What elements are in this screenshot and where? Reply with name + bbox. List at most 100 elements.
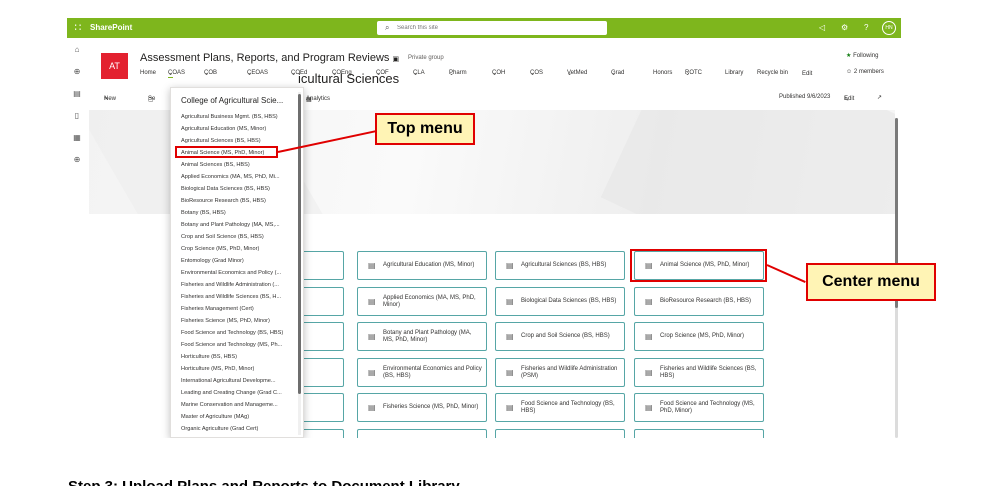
program-tile[interactable] bbox=[495, 429, 625, 438]
dropdown-item[interactable]: Crop Science (MS, PhD, Minor) bbox=[181, 246, 299, 252]
program-tile[interactable] bbox=[357, 429, 487, 438]
nav-vetmed-label: VetMed bbox=[567, 70, 588, 76]
search-box[interactable]: ⌕ bbox=[377, 21, 607, 35]
dropdown-item[interactable]: Marine Conservation and Manageme... bbox=[181, 402, 299, 408]
dropdown-item[interactable]: Agricultural Education (MS, Minor) bbox=[181, 126, 299, 132]
dropdown-item[interactable]: Fisheries Management (Cert) bbox=[181, 306, 299, 312]
app-name[interactable]: SharePoint bbox=[90, 18, 132, 38]
nav-cob[interactable]: COB ⌄ bbox=[204, 70, 217, 77]
program-tile[interactable]: ▤ Fisheries Science (MS, PhD, Minor) bbox=[357, 393, 487, 422]
program-tile[interactable]: ▤ Crop and Soil Science (BS, HBS) bbox=[495, 322, 625, 351]
home-icon[interactable]: ⌂ bbox=[71, 44, 83, 56]
dropdown-item[interactable]: Food Science and Technology (BS, HBS) bbox=[181, 330, 299, 336]
nav-coed[interactable]: COEd ⌄ bbox=[291, 70, 307, 77]
published-status: Published 9/6/2023 bbox=[779, 94, 831, 100]
nav-library[interactable]: Library bbox=[725, 70, 743, 76]
program-tile[interactable]: ▤ Biological Data Sciences (BS, HBS) bbox=[495, 287, 625, 316]
file-icon[interactable]: ▯ bbox=[71, 110, 83, 122]
nav-honors[interactable]: Honors bbox=[653, 70, 672, 76]
hero-decoration bbox=[600, 110, 895, 214]
dropdown-item[interactable]: Horticulture (BS, HBS) bbox=[181, 354, 299, 360]
dropdown-item[interactable]: Crop and Soil Science (BS, HBS) bbox=[181, 234, 299, 240]
program-tile[interactable]: ▤ Crop Science (MS, PhD, Minor) bbox=[634, 322, 764, 351]
nav-pharm[interactable]: Pharm ⌄ bbox=[449, 70, 467, 77]
program-tile[interactable]: ▤ BioResource Research (BS, HBS) bbox=[634, 287, 764, 316]
program-tile-label: Crop Science (MS, PhD, Minor) bbox=[660, 333, 745, 339]
suite-bar: ∷ SharePoint ⌕ ◁ ⚙ ? HN bbox=[67, 18, 901, 38]
nav-vetmed[interactable]: VetMed ⌄ bbox=[567, 70, 587, 77]
app-launcher-icon[interactable]: ∷ bbox=[70, 20, 86, 36]
nav-rotc[interactable]: ROTC ⌄ bbox=[685, 70, 702, 77]
dropdown-item[interactable]: Master of Agriculture (MAg) bbox=[181, 414, 299, 420]
folder-icon: ▤ bbox=[368, 368, 376, 377]
dropdown-item[interactable]: Agricultural Sciences (BS, HBS) bbox=[181, 138, 299, 144]
dropdown-item[interactable]: Entomology (Grad Minor) bbox=[181, 258, 299, 264]
program-tile[interactable]: ▤ Botany and Plant Pathology (MA, MS, PhD… bbox=[357, 322, 487, 351]
create-icon[interactable]: ⊕ bbox=[71, 154, 83, 166]
dropdown-item[interactable]: Biological Data Sciences (BS, HBS) bbox=[181, 186, 299, 192]
help-icon[interactable]: ? bbox=[864, 18, 868, 38]
dropdown-item[interactable]: Food Science and Technology (MS, Ph... bbox=[181, 342, 299, 348]
nav-cla[interactable]: CLA ⌄ bbox=[413, 70, 425, 77]
following-button[interactable]: ★ Following bbox=[846, 52, 878, 59]
nav-edit[interactable]: Edit bbox=[802, 71, 812, 77]
dropdown-item[interactable]: Fisheries and Wildlife Administration (.… bbox=[181, 282, 299, 288]
program-tile[interactable]: ▤ Agricultural Sciences (BS, HBS) bbox=[495, 251, 625, 280]
members-button[interactable]: ☺ 2 members bbox=[846, 69, 884, 75]
site-logo[interactable]: AT bbox=[101, 53, 128, 79]
site-title-text[interactable]: Assessment Plans, Reports, and Program R… bbox=[140, 52, 389, 64]
program-tile[interactable]: ▤ Applied Economics (MA, MS, PhD, Minor) bbox=[357, 287, 487, 316]
site-title[interactable]: Assessment Plans, Reports, and Program R… bbox=[140, 52, 399, 64]
folder-icon: ▤ bbox=[645, 332, 653, 341]
nav-coh[interactable]: COH ⌄ bbox=[492, 70, 505, 77]
dropdown-item[interactable]: Leading and Creating Change (Grad C... bbox=[181, 390, 299, 396]
dropdown-item[interactable]: Fisheries and Wildlife Sciences (BS, H..… bbox=[181, 294, 299, 300]
nav-grad-label: Grad bbox=[611, 70, 625, 76]
group-type: Private group bbox=[408, 55, 444, 61]
nav-coas[interactable]: COAS ⌄ bbox=[168, 70, 185, 78]
program-tile-label: Agricultural Sciences (BS, HBS) bbox=[521, 262, 607, 268]
globe-icon[interactable]: ⊕ bbox=[71, 66, 83, 78]
dropdown-header[interactable]: College of Agricultural Scie... bbox=[181, 96, 283, 105]
dropdown-item[interactable]: International Agricultural Developme... bbox=[181, 378, 299, 384]
send-button-label: Se bbox=[148, 96, 156, 102]
dropdown-item[interactable]: Animal Sciences (BS, HBS) bbox=[181, 162, 299, 168]
dropdown-item[interactable]: Applied Economics (MA, MS, PhD, Mi... bbox=[181, 174, 299, 180]
dropdown-item[interactable]: Environmental Economics and Policy (... bbox=[181, 270, 299, 276]
nav-cos[interactable]: COS ⌄ bbox=[530, 70, 543, 77]
search-input[interactable] bbox=[397, 22, 597, 34]
dropdown-item[interactable]: Horticulture (MS, PhD, Minor) bbox=[181, 366, 299, 372]
nav-grad[interactable]: Grad ⌄ bbox=[611, 70, 624, 77]
news-icon[interactable]: ▤ bbox=[71, 88, 83, 100]
program-tile[interactable]: ▤ Fisheries and Wildlife Sciences (BS, HB… bbox=[634, 358, 764, 387]
user-avatar[interactable]: HN bbox=[882, 21, 896, 35]
dropdown-item[interactable]: Agricultural Business Mgmt. (BS, HBS) bbox=[181, 114, 299, 120]
dropdown-item[interactable]: Botany (BS, HBS) bbox=[181, 210, 299, 216]
nav-recycle-bin[interactable]: Recycle bin bbox=[757, 70, 788, 76]
program-tile[interactable]: ▤ Agricultural Education (MS, Minor) bbox=[357, 251, 487, 280]
new-button-label: New bbox=[104, 96, 117, 102]
dropdown-scrollbar[interactable] bbox=[298, 92, 301, 435]
expand-icon[interactable]: ↗ bbox=[877, 94, 882, 101]
step-heading: Step 3: Upload Plans and Reports to Docu… bbox=[68, 478, 460, 486]
program-tile[interactable]: ▤ Environmental Economics and Policy (BS,… bbox=[357, 358, 487, 387]
dropdown-item[interactable]: BioResource Research (BS, HBS) bbox=[181, 198, 299, 204]
dropdown-item[interactable]: Organic Agriculture (Grad Cert) bbox=[181, 426, 299, 432]
nav-ceoas[interactable]: CEOAS ⌄ bbox=[247, 70, 268, 77]
dropdown-item[interactable]: Fisheries Science (MS, PhD, Minor) bbox=[181, 318, 299, 324]
program-tile-label: Food Science and Technology (BS, HBS) bbox=[521, 400, 615, 414]
gear-icon[interactable]: ⚙ bbox=[841, 18, 848, 38]
dropdown-item[interactable]: Botany and Plant Pathology (MA, MS,... bbox=[181, 222, 299, 228]
program-tile[interactable]: ▤ Food Science and Technology (MS, PhD, M… bbox=[634, 393, 764, 422]
megaphone-icon[interactable]: ◁ bbox=[819, 18, 825, 38]
folder-icon: ▤ bbox=[645, 297, 653, 306]
program-tile[interactable] bbox=[634, 429, 764, 438]
program-tile[interactable]: ▤ Food Science and Technology (BS, HBS) bbox=[495, 393, 625, 422]
program-tile[interactable]: ▤ Fisheries and Wildlife Administration (… bbox=[495, 358, 625, 387]
new-button[interactable]: + New ⌄ bbox=[104, 94, 116, 102]
folder-icon: ▤ bbox=[645, 368, 653, 377]
folder-icon: ▤ bbox=[368, 332, 376, 341]
nav-home[interactable]: Home bbox=[140, 70, 156, 76]
dropdown-scrollbar-thumb[interactable] bbox=[298, 94, 301, 394]
lists-icon[interactable]: ▦ bbox=[71, 132, 83, 144]
